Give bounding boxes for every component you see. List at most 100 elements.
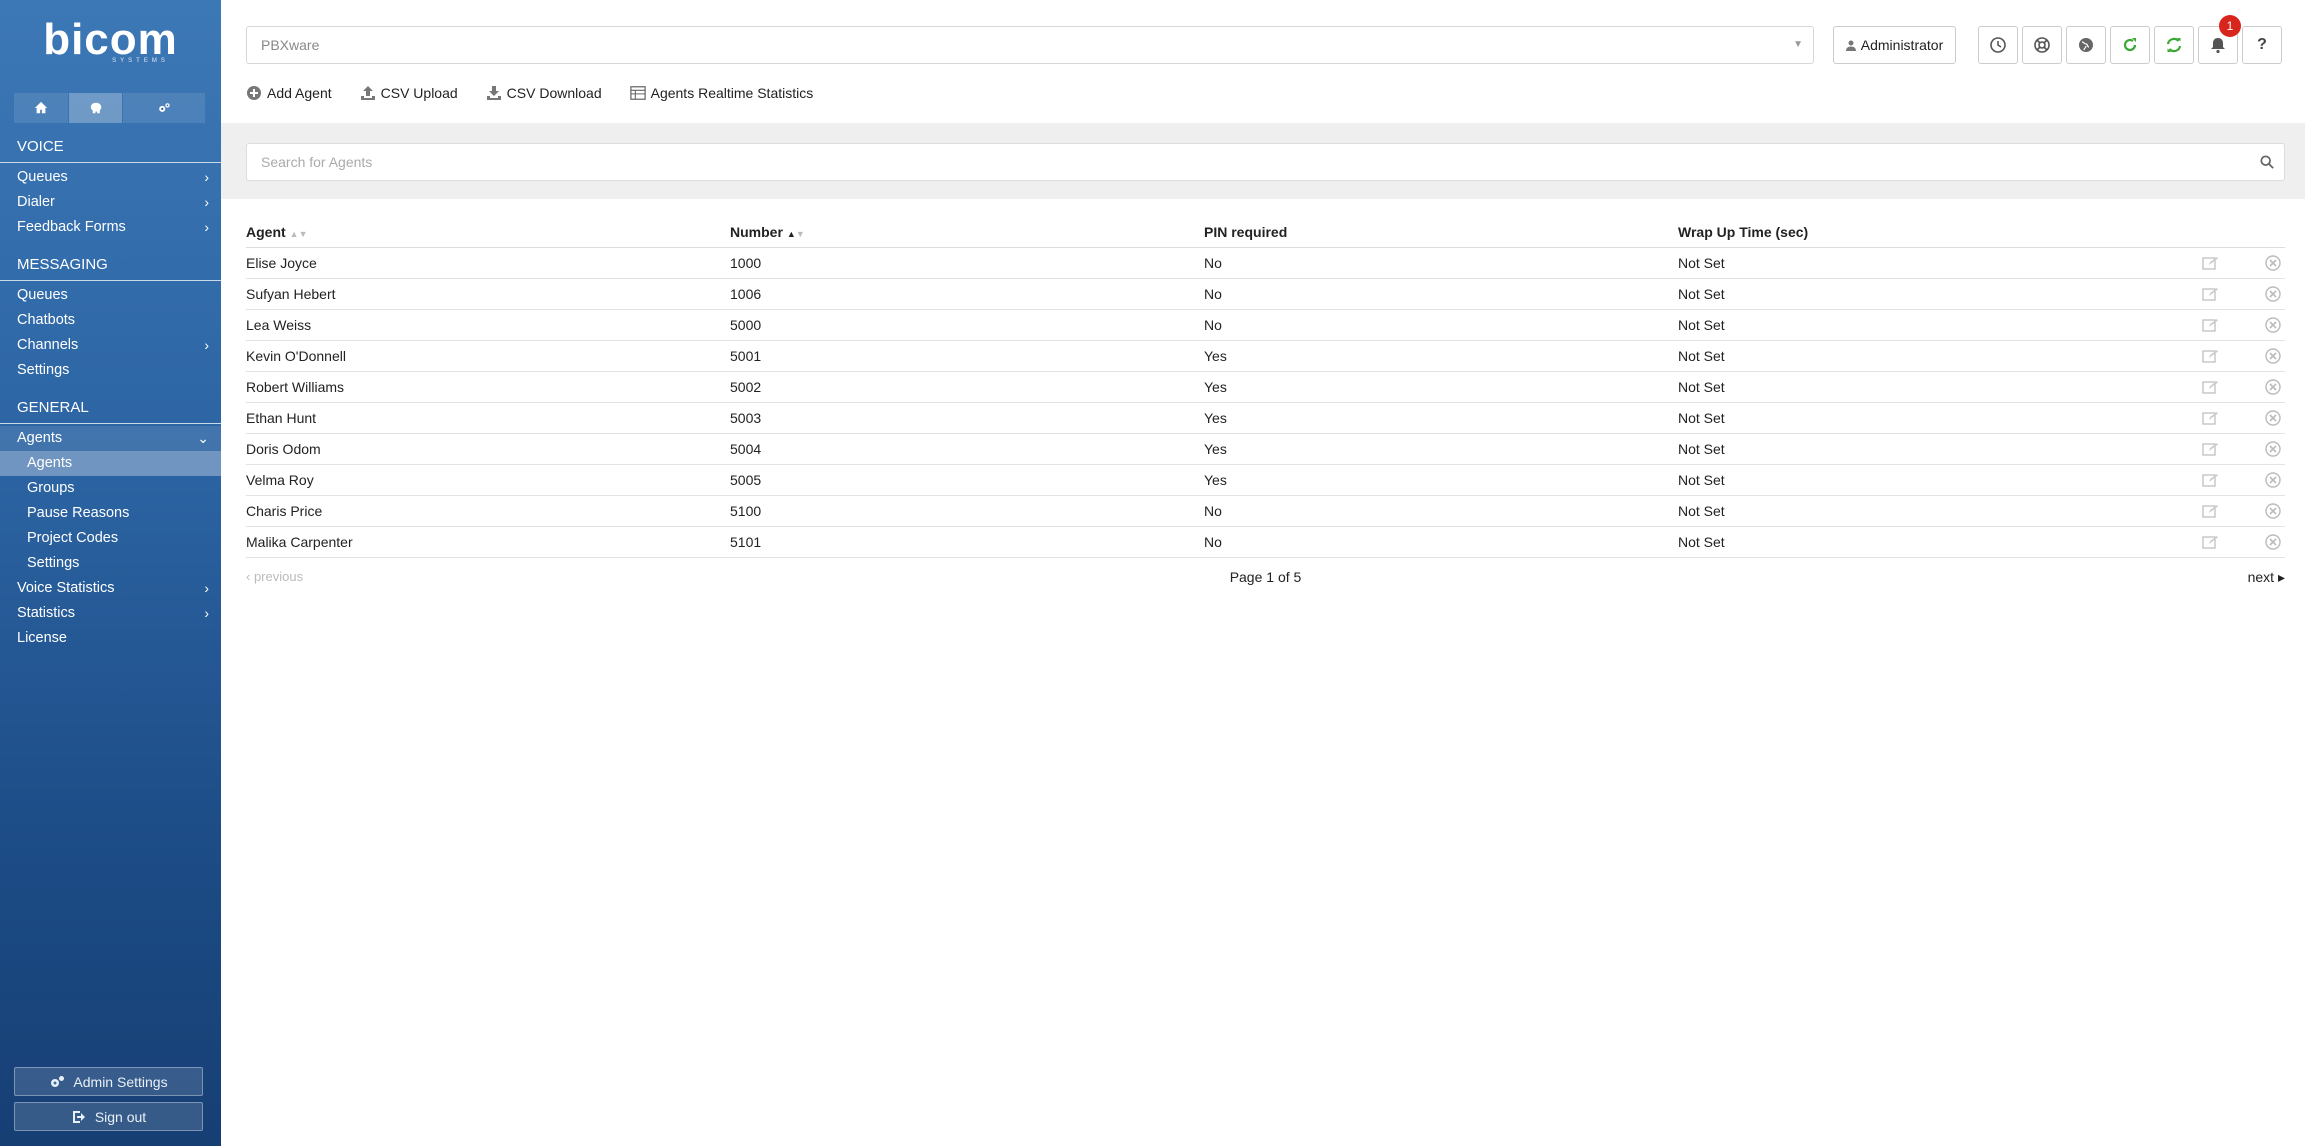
sidebar-item-chatbots[interactable]: Chatbots: [0, 308, 221, 333]
chevron-right-icon: ›: [204, 169, 209, 185]
sign-out-button[interactable]: Sign out: [14, 1102, 203, 1131]
sidebar-item-label: Statistics: [17, 605, 76, 621]
pagination: ‹ previous Page 1 of 5 next ▸: [246, 565, 2285, 587]
agent-number-cell: 5004: [730, 441, 762, 457]
delete-button[interactable]: [2235, 410, 2285, 426]
sidebar-item-feedback-forms[interactable]: Feedback Forms ›: [0, 215, 221, 240]
edit-icon: [2201, 443, 2218, 456]
reload-button[interactable]: [2110, 26, 2150, 64]
admin-settings-button[interactable]: Admin Settings: [14, 1067, 203, 1096]
edit-button[interactable]: [2185, 256, 2235, 270]
edit-icon: [2201, 536, 2218, 549]
agent-number-cell: 5001: [730, 348, 762, 364]
pin-required-cell: No: [1204, 255, 1222, 271]
table-row: Lea Weiss 5000 No Not Set: [246, 310, 2285, 341]
table-row: Malika Carpenter 5101 No Not Set: [246, 527, 2285, 558]
table-icon: [629, 86, 646, 100]
notification-badge: 1: [2219, 15, 2241, 37]
header-agent[interactable]: Agent ▲▼: [246, 224, 730, 240]
close-circle-icon: [2265, 441, 2281, 457]
sidebar-item-dialer[interactable]: Dialer ›: [0, 190, 221, 215]
add-agent-button[interactable]: Add Agent: [246, 85, 332, 101]
edit-button[interactable]: [2185, 504, 2235, 518]
edit-button[interactable]: [2185, 473, 2235, 487]
brain-icon: [90, 102, 101, 114]
sidebar-item-voice-statistics[interactable]: Voice Statistics ›: [0, 576, 221, 601]
agent-number-cell: 5000: [730, 317, 762, 333]
next-link[interactable]: next ▸: [2248, 569, 2285, 586]
edit-button[interactable]: [2185, 442, 2235, 456]
sidebar-item-agents[interactable]: Agents ⌄: [0, 426, 221, 451]
delete-button[interactable]: [2235, 534, 2285, 550]
agent-name-cell: Robert Williams: [246, 379, 345, 395]
chevron-right-icon: ›: [204, 580, 209, 596]
sidebar-subitem-project-codes[interactable]: Project Codes: [0, 526, 221, 551]
sidebar-item-statistics[interactable]: Statistics ›: [0, 601, 221, 626]
user-icon: [1845, 40, 1856, 51]
edit-button[interactable]: [2185, 535, 2235, 549]
delete-button[interactable]: [2235, 286, 2285, 302]
toolbar: Add Agent CSV Upload CSV Download Agents…: [246, 82, 841, 104]
sync-button[interactable]: [2154, 26, 2194, 64]
refresh-icon: [2123, 38, 2137, 52]
sidebar-subitem-settings[interactable]: Settings: [0, 551, 221, 576]
search-band: Search for Agents: [221, 123, 2305, 199]
tab-contact-center[interactable]: [68, 93, 123, 123]
delete-button[interactable]: [2235, 472, 2285, 488]
admin-settings-label: Admin Settings: [73, 1073, 168, 1090]
sidebar-subitem-agents[interactable]: Agents: [0, 451, 221, 476]
sidebar-item-channels[interactable]: Channels ›: [0, 333, 221, 358]
delete-button[interactable]: [2235, 441, 2285, 457]
sidebar-item-messaging-queues[interactable]: Queues: [0, 283, 221, 308]
history-button[interactable]: [1978, 26, 2018, 64]
sidebar-item-label: Channels: [17, 337, 79, 353]
edit-button[interactable]: [2185, 318, 2235, 332]
support-button[interactable]: [2022, 26, 2062, 64]
edit-button[interactable]: [2185, 380, 2235, 394]
help-button[interactable]: ?: [2242, 26, 2282, 64]
chevron-right-icon: ›: [204, 605, 209, 621]
sidebar-item-license[interactable]: License: [0, 626, 221, 651]
search-input[interactable]: Search for Agents: [246, 143, 2285, 181]
delete-button[interactable]: [2235, 348, 2285, 364]
administrator-label: Administrator: [1860, 37, 1944, 53]
agent-number-cell: 1000: [730, 255, 762, 271]
edit-icon: [2201, 505, 2218, 518]
home-icon: [34, 101, 47, 114]
server-select[interactable]: PBXware ▼: [246, 26, 1814, 64]
csv-upload-button[interactable]: CSV Upload: [360, 85, 458, 101]
pin-required-cell: No: [1204, 286, 1222, 302]
wrap-up-time-cell: Not Set: [1678, 503, 1725, 519]
sidebar-subitem-pause-reasons[interactable]: Pause Reasons: [0, 501, 221, 526]
wrap-up-time-cell: Not Set: [1678, 472, 1725, 488]
tab-home[interactable]: [14, 93, 68, 123]
sidebar-item-voice-queues[interactable]: Queues ›: [0, 165, 221, 190]
edit-button[interactable]: [2185, 411, 2235, 425]
sidebar-menu: VOICE Queues › Dialer › Feedback Forms › ME…: [0, 132, 221, 651]
agent-name-cell: Lea Weiss: [246, 317, 312, 333]
sidebar-subitem-groups[interactable]: Groups: [0, 476, 221, 501]
edit-button[interactable]: [2185, 287, 2235, 301]
administrator-button[interactable]: Administrator: [1833, 26, 1956, 64]
sidebar-item-messaging-settings[interactable]: Settings: [0, 358, 221, 383]
delete-button[interactable]: [2235, 317, 2285, 333]
delete-button[interactable]: [2235, 503, 2285, 519]
edit-button[interactable]: [2185, 349, 2235, 363]
wrap-up-time-cell: Not Set: [1678, 317, 1725, 333]
plus-circle-icon: [247, 86, 261, 100]
sign-out-icon: [72, 1110, 85, 1123]
section-voice: VOICE: [0, 132, 221, 163]
delete-button[interactable]: [2235, 255, 2285, 271]
brand-name: bicom: [43, 15, 178, 64]
agent-name-cell: Elise Joyce: [246, 255, 317, 271]
delete-button[interactable]: [2235, 379, 2285, 395]
table-header: Agent ▲▼ Number ▲▼ PIN required Wrap Up Ti…: [246, 216, 2285, 248]
language-button[interactable]: [2066, 26, 2106, 64]
agents-realtime-statistics-button[interactable]: Agents Realtime Statistics: [629, 85, 813, 101]
tab-settings[interactable]: [123, 93, 205, 123]
sidebar-item-label: Dialer: [17, 194, 55, 210]
header-number[interactable]: Number ▲▼: [730, 224, 1204, 240]
csv-download-button[interactable]: CSV Download: [486, 85, 602, 101]
globe-icon: [2079, 38, 2093, 52]
notifications-button[interactable]: 1: [2198, 15, 2241, 64]
